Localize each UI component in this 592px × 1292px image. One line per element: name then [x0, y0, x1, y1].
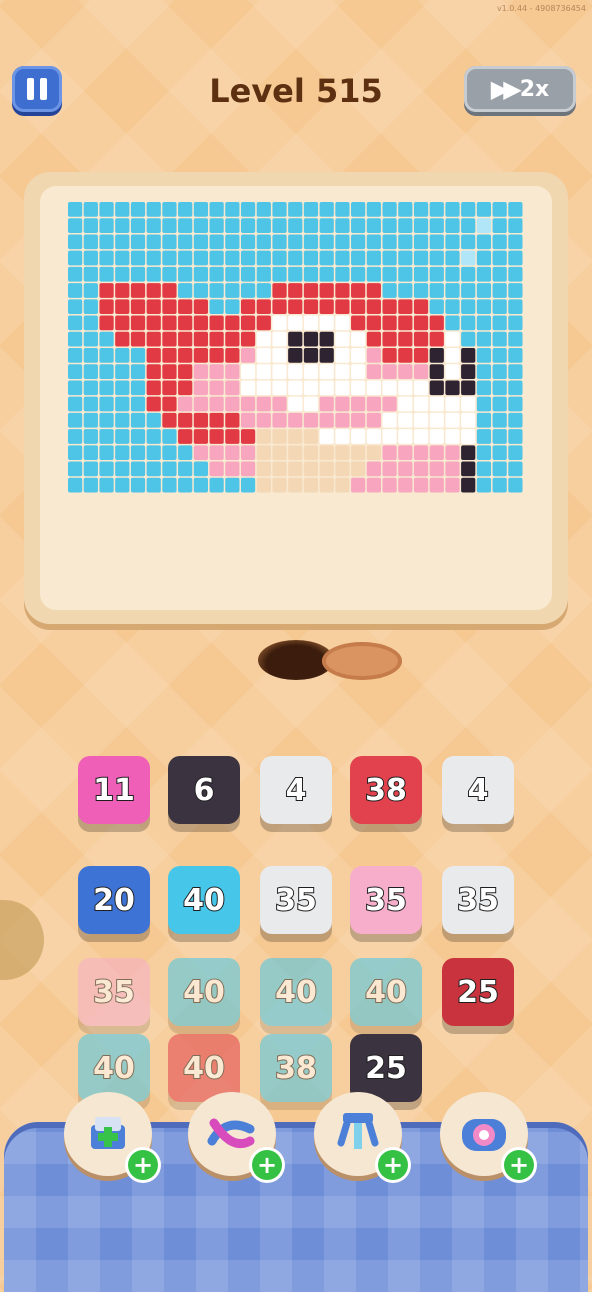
add-booster-plus-icon[interactable]: + [252, 1150, 282, 1180]
add-booster-plus-icon[interactable]: + [128, 1150, 158, 1180]
speed-label: 2x [519, 76, 550, 102]
vacuum-booster[interactable]: + [440, 1092, 534, 1180]
vacuum-icon [462, 1119, 506, 1151]
yarn-tile[interactable]: 35 [260, 866, 332, 934]
pixel-art-grid [68, 202, 523, 493]
magnet-icon [337, 1113, 379, 1149]
yarn-tile[interactable]: 38 [350, 756, 422, 824]
yarn-tile[interactable]: 20 [78, 866, 150, 934]
add-booster-plus-icon[interactable]: + [378, 1150, 408, 1180]
yarn-tile[interactable]: 35 [442, 866, 514, 934]
shuffle-booster[interactable]: + [188, 1092, 282, 1180]
yarn-tile[interactable]: 40 [350, 958, 422, 1026]
yarn-tile[interactable]: 40 [168, 958, 240, 1026]
add-slot-booster[interactable]: + [64, 1092, 158, 1180]
speed-toggle-button[interactable]: ▶▶ 2x [464, 66, 576, 112]
side-decoration [0, 900, 44, 980]
yarn-tile[interactable]: 4 [260, 756, 332, 824]
yarn-tile[interactable]: 11 [78, 756, 150, 824]
yarn-tile[interactable]: 40 [260, 958, 332, 1026]
yarn-tile[interactable]: 40 [168, 866, 240, 934]
yarn-tile[interactable]: 35 [350, 866, 422, 934]
shuffle-icon [207, 1118, 255, 1149]
hole-lid [322, 642, 402, 680]
yarn-tile[interactable]: 6 [168, 756, 240, 824]
add-booster-plus-icon[interactable]: + [504, 1150, 534, 1180]
fast-forward-icon: ▶▶ [490, 75, 522, 103]
yarn-tile[interactable]: 4 [442, 756, 514, 824]
yarn-tile[interactable]: 35 [78, 958, 150, 1026]
yarn-tile[interactable]: 38 [260, 1034, 332, 1102]
add-slot-icon [91, 1117, 125, 1149]
magnet-booster[interactable]: + [314, 1092, 408, 1180]
yarn-tile[interactable]: 25 [442, 958, 514, 1026]
version-label: v1.0.44 - 4908736454 [496, 4, 586, 13]
